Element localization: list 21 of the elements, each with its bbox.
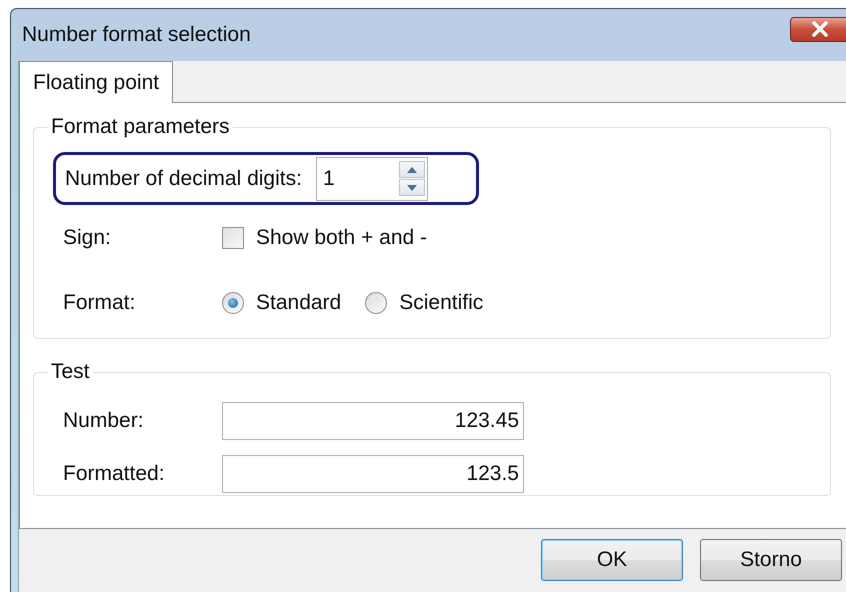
field-label: Number of decimal digits: (65, 166, 302, 190)
text-field[interactable]: 123.5 (222, 454, 524, 492)
radio-button[interactable]: Standard (222, 290, 342, 314)
window-title: Number format selection (22, 23, 251, 47)
dialog-button[interactable]: OK (541, 539, 683, 581)
spin-up-button[interactable] (398, 161, 425, 178)
field-label: Sign: (63, 226, 112, 250)
field-label: Format: (63, 290, 136, 314)
close-button[interactable] (790, 16, 846, 42)
close-icon (810, 21, 830, 37)
field-label: Number: (63, 408, 145, 432)
spin-down-button[interactable] (398, 179, 425, 196)
tab[interactable]: Floating point (19, 61, 174, 103)
checkbox[interactable]: Show both + and - (222, 226, 428, 250)
spin-field[interactable]: 1 (316, 156, 428, 200)
text-field[interactable]: 123.45 (222, 402, 524, 440)
down-arrow-icon (406, 184, 417, 190)
up-arrow-icon (406, 166, 417, 172)
dialog-button[interactable]: Storno (700, 539, 842, 581)
radio-button[interactable]: Scientific (365, 290, 484, 314)
field-label: Formatted: (63, 462, 166, 486)
